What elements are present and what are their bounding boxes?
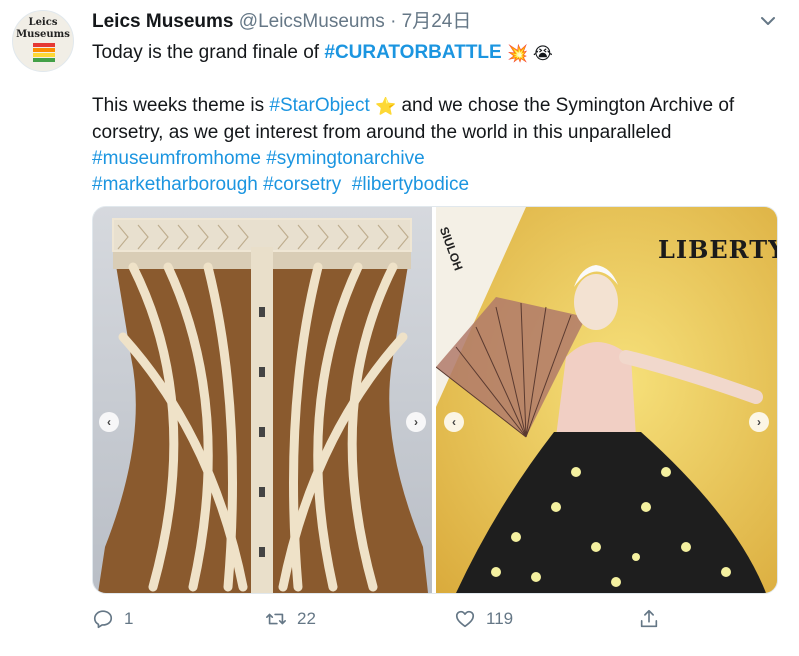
- heart-icon: [455, 610, 475, 628]
- corset-photo[interactable]: ‹ ›: [93, 207, 432, 593]
- share-icon: [640, 609, 658, 628]
- reply-icon: [93, 610, 113, 629]
- tweet-paragraph-2: This weeks theme is #StarObject ⭐ and we…: [92, 95, 735, 195]
- tweet-actions: 1 22 119: [92, 608, 692, 634]
- tweet-header: Leics Museums @LeicsMuseums · 7月24日: [92, 10, 471, 34]
- like-count: 119: [486, 609, 514, 628]
- hashtag-museumfromhome[interactable]: #museumfromhome: [92, 148, 261, 169]
- chevron-down-icon[interactable]: [759, 12, 777, 30]
- retweet-icon: [266, 613, 286, 625]
- poster-image: [436, 207, 777, 593]
- tweet-media: ‹ › LIBERTY SIULOH ‹ ›: [92, 206, 778, 594]
- liberty-poster[interactable]: LIBERTY SIULOH ‹ ›: [436, 207, 777, 593]
- hashtag-starobject[interactable]: #StarObject: [269, 95, 369, 116]
- poster-logo: LIBERTY: [658, 235, 777, 264]
- retweet-button[interactable]: 22: [265, 608, 316, 630]
- avatar-rainbow-icon: [33, 43, 55, 65]
- avatar-text-line2: Museums: [16, 29, 70, 40]
- tweet-line-1: Today is the grand finale of #CURATORBAT…: [92, 40, 782, 67]
- tweet-date[interactable]: 7月24日: [402, 11, 472, 32]
- like-button[interactable]: 119: [454, 608, 513, 630]
- author-handle[interactable]: @LeicsMuseums: [239, 11, 385, 32]
- retweet-count: 22: [297, 609, 316, 628]
- media-prev-button[interactable]: ‹: [99, 412, 119, 432]
- hashtag-curatorbattle[interactable]: #CURATORBATTLE: [324, 42, 501, 63]
- avatar[interactable]: Leics Museums: [12, 10, 74, 72]
- hashtag-corsetry[interactable]: #corsetry: [263, 174, 341, 195]
- hashtag-libertybodice[interactable]: #libertybodice: [352, 174, 469, 195]
- avatar-text-line1: Leics: [28, 17, 58, 28]
- media-next-button-left[interactable]: ›: [406, 412, 426, 432]
- reply-button[interactable]: 1: [92, 608, 133, 630]
- share-button[interactable]: [638, 608, 660, 630]
- media-prev-button-right[interactable]: ‹: [444, 412, 464, 432]
- reply-count: 1: [124, 609, 134, 628]
- tweet-text: Today is the grand finale of #CURATORBAT…: [92, 40, 782, 198]
- author-name[interactable]: Leics Museums: [92, 11, 234, 32]
- star-emoji: ⭐: [375, 97, 397, 116]
- collision-and-crying-emoji: 💥 😭: [506, 44, 553, 63]
- hashtag-marketharborough[interactable]: #marketharborough: [92, 174, 258, 195]
- hashtag-symingtonarchive[interactable]: #symingtonarchive: [266, 148, 424, 169]
- corset-image: [93, 207, 432, 593]
- media-next-button[interactable]: ›: [749, 412, 769, 432]
- separator-dot: ·: [390, 11, 397, 32]
